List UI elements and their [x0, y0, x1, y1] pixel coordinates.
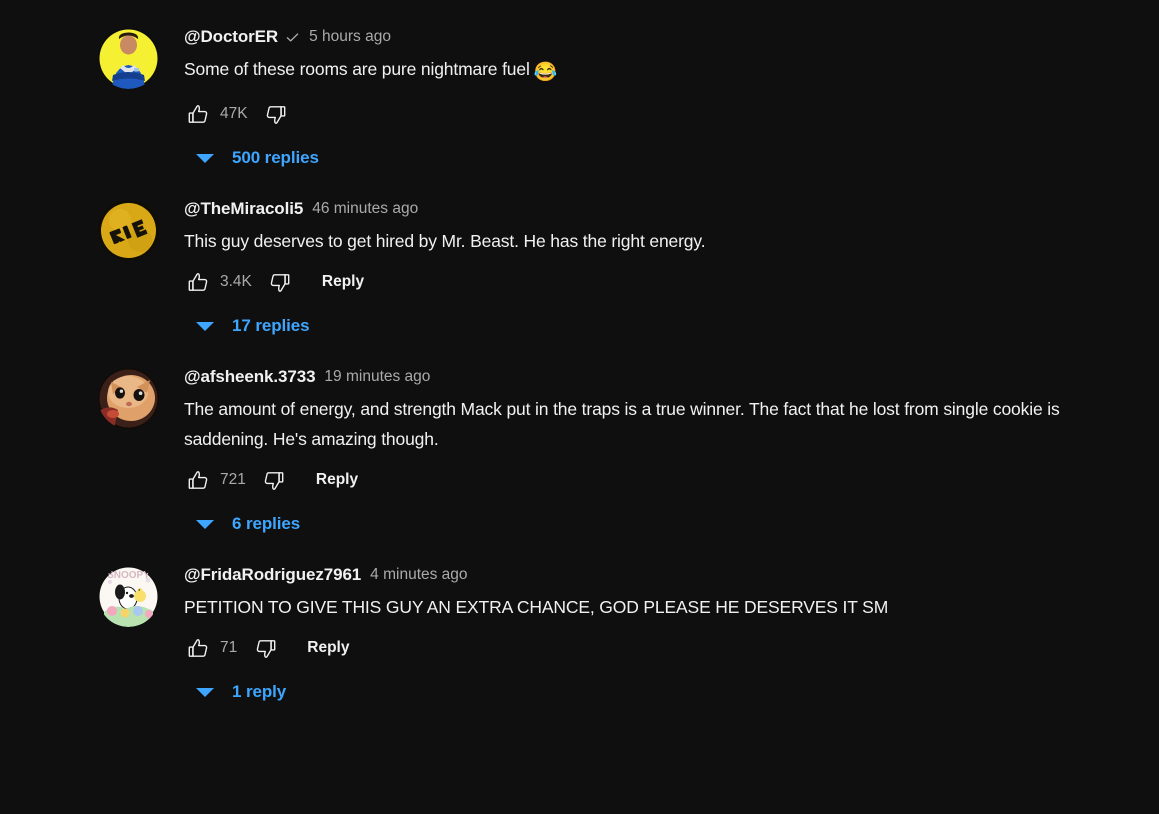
chevron-down-icon	[196, 519, 214, 529]
replies-toggle[interactable]: 17 replies	[184, 308, 1144, 344]
dislike-group[interactable]	[260, 466, 288, 494]
replies-toggle[interactable]: 6 replies	[184, 506, 1144, 542]
comments-section: @DoctorER 5 hours ago Some of these room…	[0, 0, 1159, 814]
like-group[interactable]: 721	[184, 466, 260, 494]
like-count: 47K	[220, 105, 248, 122]
comment-timestamp[interactable]: 5 hours ago	[309, 26, 391, 48]
svg-text:SNOOPY: SNOOPY	[107, 570, 150, 581]
replies-count-label[interactable]: 6 replies	[232, 506, 300, 542]
thumbs-down-icon[interactable]	[266, 268, 294, 296]
comment-author[interactable]: @DoctorER	[184, 26, 278, 48]
like-count: 3.4K	[220, 273, 252, 290]
thumbs-down-icon[interactable]	[251, 634, 279, 662]
comment-thread: @TheMiracoli5 46 minutes ago This guy de…	[0, 190, 1159, 344]
thumbs-down-icon[interactable]	[260, 466, 288, 494]
doctorer-avatar-image	[98, 28, 159, 89]
reply-button[interactable]: Reply	[322, 268, 364, 296]
thumbs-up-icon[interactable]	[184, 466, 212, 494]
afsheenk-avatar-image	[98, 368, 159, 429]
verified-check-icon	[285, 30, 300, 45]
comment-text: This guy deserves to get hired by Mr. Be…	[184, 231, 706, 251]
comment-text: The amount of energy, and strength Mack …	[184, 399, 1060, 449]
like-count: 71	[220, 639, 238, 656]
replies-toggle[interactable]: 500 replies	[184, 140, 1144, 176]
reply-button[interactable]: Reply	[316, 466, 358, 494]
replies-count-label[interactable]: 500 replies	[232, 140, 319, 176]
avatar[interactable]: SNOOPY	[98, 566, 159, 627]
comment-body: @TheMiracoli5 46 minutes ago This guy de…	[184, 190, 1144, 344]
comment-text: Some of these rooms are pure nightmare f…	[184, 54, 1084, 88]
comment-text-content: Some of these rooms are pure nightmare f…	[184, 59, 530, 79]
comment-body: @DoctorER 5 hours ago Some of these room…	[184, 18, 1144, 176]
comment-body: @FridaRodriguez7961 4 minutes ago PETITI…	[184, 556, 1144, 710]
joy-emoji-icon: 😂	[533, 62, 558, 83]
comment-actions: 3.4K Reply	[184, 262, 1144, 302]
comment-text: PETITION TO GIVE THIS GUY AN EXTRA CHANC…	[184, 597, 889, 617]
thumbs-up-icon[interactable]	[184, 268, 212, 296]
avatar[interactable]	[98, 200, 159, 261]
comment-timestamp[interactable]: 19 minutes ago	[324, 366, 430, 388]
replies-toggle[interactable]: 1 reply	[184, 674, 1144, 710]
comment-meta: @TheMiracoli5 46 minutes ago	[184, 198, 1144, 220]
comment-author[interactable]: @TheMiracoli5	[184, 198, 303, 220]
fridarodriguez-avatar-image: SNOOPY	[98, 566, 159, 627]
dislike-group[interactable]	[262, 100, 290, 128]
comment-author[interactable]: @FridaRodriguez7961	[184, 564, 361, 586]
chevron-down-icon	[196, 687, 214, 697]
comment-author[interactable]: @afsheenk.3733	[184, 366, 316, 388]
avatar[interactable]	[98, 368, 159, 429]
like-group[interactable]: 71	[184, 634, 251, 662]
avatar[interactable]	[98, 28, 159, 89]
comment-meta: @afsheenk.3733 19 minutes ago	[184, 366, 1144, 388]
like-group[interactable]: 47K	[184, 100, 262, 128]
comment-actions: 47K	[184, 94, 1144, 134]
comment-actions: 721 Reply	[184, 460, 1144, 500]
comment-timestamp[interactable]: 46 minutes ago	[312, 198, 418, 220]
like-group[interactable]: 3.4K	[184, 268, 266, 296]
dislike-group[interactable]	[266, 268, 294, 296]
chevron-down-icon	[196, 153, 214, 163]
thumbs-up-icon[interactable]	[184, 634, 212, 662]
themiracoli5-avatar-image	[98, 200, 159, 261]
comment-meta: @DoctorER 5 hours ago	[184, 26, 1144, 48]
comment-thread: @DoctorER 5 hours ago Some of these room…	[0, 18, 1159, 176]
comment-timestamp[interactable]: 4 minutes ago	[370, 564, 467, 586]
comment-thread: @afsheenk.3733 19 minutes ago The amount…	[0, 358, 1159, 542]
chevron-down-icon	[196, 321, 214, 331]
dislike-group[interactable]	[251, 634, 279, 662]
replies-count-label[interactable]: 17 replies	[232, 308, 310, 344]
reply-button[interactable]: Reply	[307, 634, 349, 662]
comment-body: @afsheenk.3733 19 minutes ago The amount…	[184, 358, 1144, 542]
replies-count-label[interactable]: 1 reply	[232, 674, 286, 710]
thumbs-down-icon[interactable]	[262, 100, 290, 128]
comment-meta: @FridaRodriguez7961 4 minutes ago	[184, 564, 1144, 586]
like-count: 721	[220, 471, 246, 488]
thumbs-up-icon[interactable]	[184, 100, 212, 128]
comment-actions: 71 Reply	[184, 628, 1144, 668]
comment-thread: SNOOPY @FridaRodriguez7961 4 minutes ago…	[0, 556, 1159, 710]
